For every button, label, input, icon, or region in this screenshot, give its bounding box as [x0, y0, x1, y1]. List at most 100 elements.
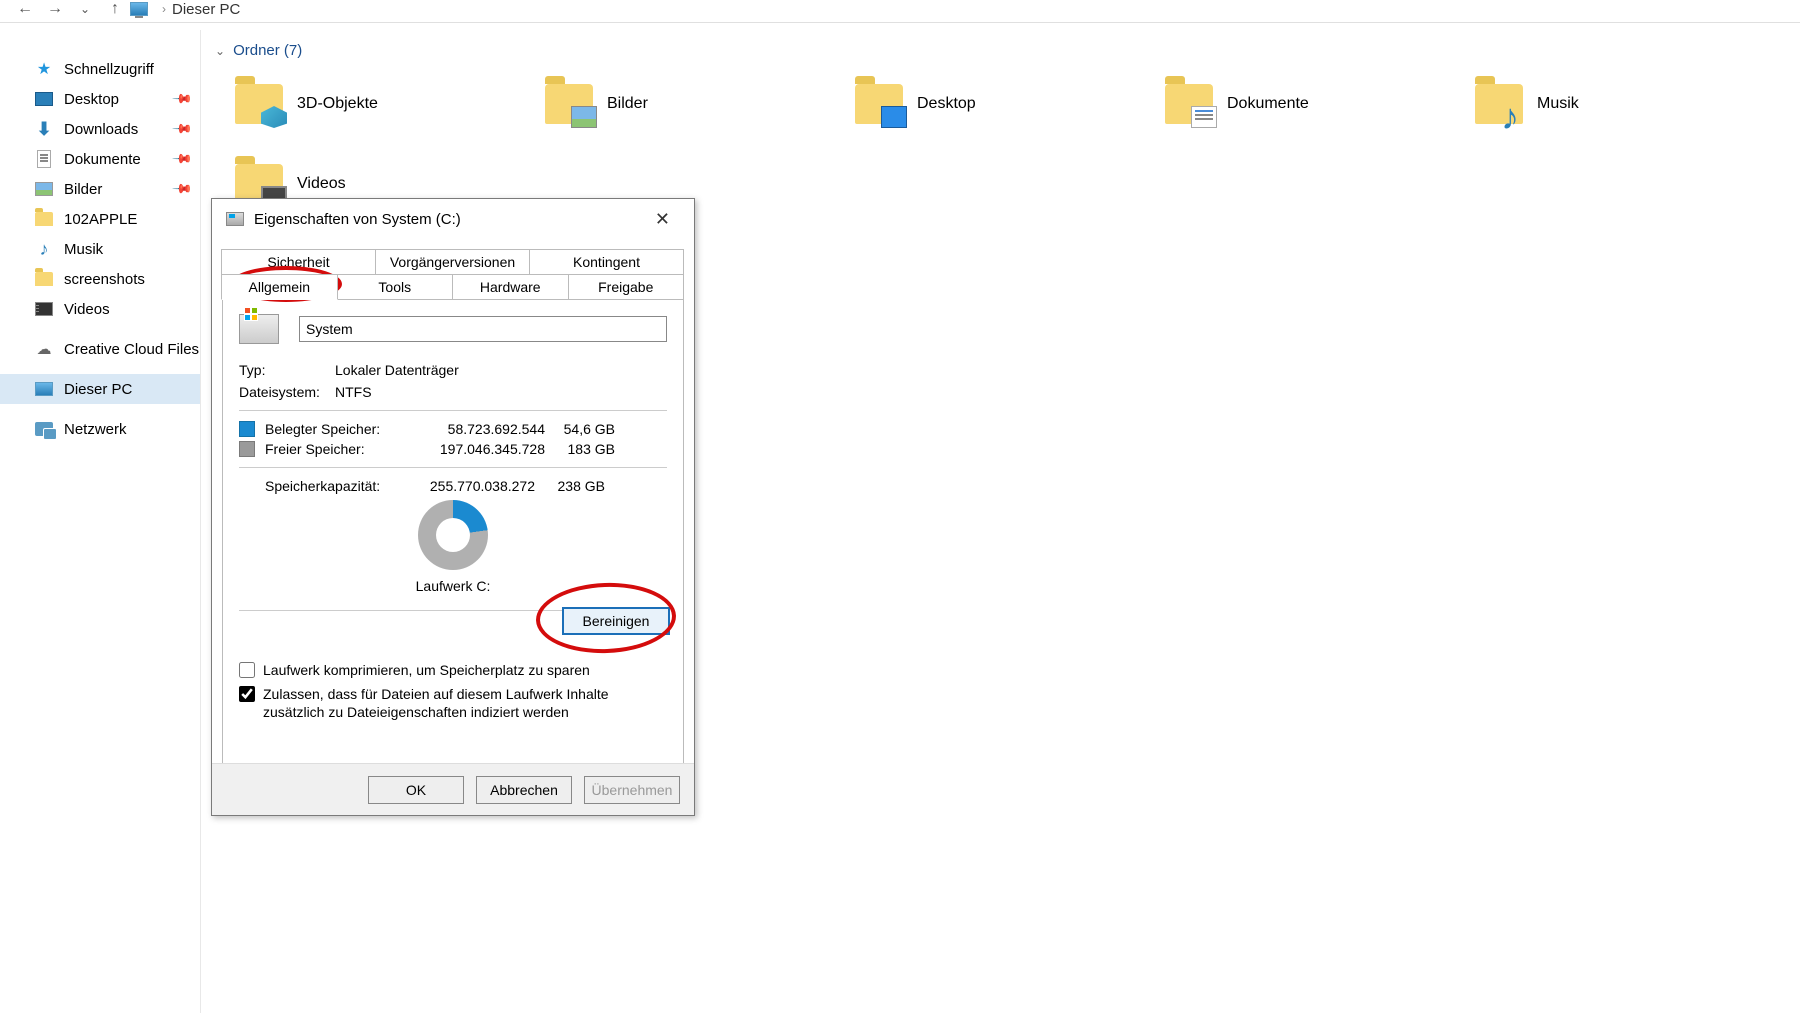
close-button[interactable]: ✕: [645, 205, 680, 234]
sidebar-item-this-pc[interactable]: Dieser PC: [0, 374, 200, 404]
folder-icon: [34, 210, 54, 228]
compress-checkbox-row: Laufwerk komprimieren, um Speicherplatz …: [239, 661, 667, 679]
folder-icon: [34, 270, 54, 288]
folder-pictures[interactable]: Bilder: [545, 69, 855, 139]
tab-tools[interactable]: Tools: [337, 274, 454, 300]
back-button[interactable]: ←: [10, 0, 40, 18]
folder-icon: [1475, 84, 1523, 124]
sidebar-item-pictures[interactable]: Bilder 📌: [0, 174, 200, 204]
index-checkbox[interactable]: [239, 686, 255, 702]
pin-icon: 📌: [171, 178, 194, 201]
divider: [239, 467, 667, 468]
apply-button[interactable]: Übernehmen: [584, 776, 680, 804]
free-label: Freier Speicher:: [265, 441, 425, 457]
sidebar-item-label: screenshots: [64, 271, 145, 288]
chevron-down-icon: ⌄: [215, 44, 225, 58]
type-value: Lokaler Datenträger: [335, 362, 459, 378]
sidebar-item-label: Musik: [64, 241, 103, 258]
sidebar-item-label: Desktop: [64, 91, 119, 108]
breadcrumb-this-pc[interactable]: Dieser PC: [172, 1, 240, 18]
sidebar-item-downloads[interactable]: ⬇ Downloads 📌: [0, 114, 200, 144]
sidebar-item-documents[interactable]: Dokumente 📌: [0, 144, 200, 174]
pc-icon: [34, 380, 54, 398]
free-space-row: Freier Speicher: 197.046.345.728 183 GB: [239, 441, 667, 457]
used-label: Belegter Speicher:: [265, 421, 425, 437]
filesystem-label: Dateisystem:: [239, 384, 335, 400]
tab-strip: Sicherheit Vorgängerversionen Kontingent…: [222, 249, 684, 300]
sidebar-item-label: Netzwerk: [64, 421, 127, 438]
quick-access-group[interactable]: ★ Schnellzugriff: [0, 54, 200, 84]
ok-button[interactable]: OK: [368, 776, 464, 804]
folder-grid: 3D-Objekte Bilder Desktop Dokumente Musi…: [235, 69, 1800, 219]
history-dropdown[interactable]: ⌄: [70, 0, 100, 18]
forward-button[interactable]: →: [40, 0, 70, 18]
breadcrumb-separator-icon: ›: [162, 2, 166, 16]
pin-icon: 📌: [171, 148, 194, 171]
dialog-footer: OK Abbrechen Übernehmen: [212, 763, 694, 815]
video-icon: [34, 300, 54, 318]
folder-desktop[interactable]: Desktop: [855, 69, 1165, 139]
cloud-icon: [34, 340, 54, 358]
used-swatch: [239, 421, 255, 437]
folder-3d-objects[interactable]: 3D-Objekte: [235, 69, 545, 139]
sidebar-item-label: Dieser PC: [64, 381, 132, 398]
tab-security[interactable]: Sicherheit: [221, 249, 376, 274]
compress-checkbox[interactable]: [239, 662, 255, 678]
tab-hardware[interactable]: Hardware: [452, 274, 569, 300]
up-button[interactable]: ↑: [100, 0, 130, 18]
divider: [239, 410, 667, 411]
pin-icon: 📌: [171, 88, 194, 111]
used-gb: 54,6 GB: [545, 421, 615, 437]
sidebar-item-102apple[interactable]: 102APPLE: [0, 204, 200, 234]
sidebar-item-screenshots[interactable]: screenshots: [0, 264, 200, 294]
folder-label: 3D-Objekte: [297, 95, 378, 113]
picture-icon: [34, 180, 54, 198]
sidebar-item-label: Dokumente: [64, 151, 141, 168]
tab-previous-versions[interactable]: Vorgängerversionen: [375, 249, 530, 274]
capacity-gb: 238 GB: [535, 478, 605, 494]
capacity-label: Speicherkapazität:: [265, 478, 415, 494]
drive-letter-label: Laufwerk C:: [239, 578, 667, 594]
drive-icon: [226, 212, 244, 226]
folder-label: Desktop: [917, 95, 976, 113]
dialog-titlebar[interactable]: Eigenschaften von System (C:) ✕: [212, 199, 694, 239]
properties-dialog: Eigenschaften von System (C:) ✕ Sicherhe…: [211, 198, 695, 816]
quick-access-label: Schnellzugriff: [64, 61, 154, 78]
folder-icon: [855, 84, 903, 124]
star-icon: ★: [34, 60, 54, 78]
compress-label[interactable]: Laufwerk komprimieren, um Speicherplatz …: [263, 661, 667, 679]
dialog-title: Eigenschaften von System (C:): [254, 211, 461, 228]
index-checkbox-row: Zulassen, dass für Dateien auf diesem La…: [239, 685, 667, 721]
type-label: Typ:: [239, 362, 335, 378]
index-label[interactable]: Zulassen, dass für Dateien auf diesem La…: [263, 685, 667, 721]
folder-label: Dokumente: [1227, 95, 1309, 113]
tab-quota[interactable]: Kontingent: [529, 249, 684, 274]
sidebar-item-label: 102APPLE: [64, 211, 137, 228]
sidebar-item-label: Videos: [64, 301, 110, 318]
sidebar-item-label: Bilder: [64, 181, 102, 198]
desktop-icon: [34, 90, 54, 108]
disk-cleanup-button[interactable]: Bereinigen: [562, 607, 670, 635]
sidebar-item-music[interactable]: ♪ Musik: [0, 234, 200, 264]
sidebar-item-videos[interactable]: Videos: [0, 294, 200, 324]
sidebar-item-creative-cloud[interactable]: Creative Cloud Files: [0, 334, 200, 364]
tab-general[interactable]: Allgemein: [221, 274, 338, 300]
sidebar-item-desktop[interactable]: Desktop 📌: [0, 84, 200, 114]
folder-music[interactable]: Musik: [1475, 69, 1785, 139]
folder-label: Bilder: [607, 95, 648, 113]
free-swatch: [239, 441, 255, 457]
folder-icon: [1165, 84, 1213, 124]
address-bar: ← → ⌄ ↑ › Dieser PC: [0, 0, 1800, 18]
folder-documents[interactable]: Dokumente: [1165, 69, 1475, 139]
folder-label: Videos: [297, 175, 346, 193]
section-header-label: Ordner (7): [233, 42, 302, 59]
folder-label: Musik: [1537, 95, 1579, 113]
network-icon: [34, 420, 54, 438]
cancel-button[interactable]: Abbrechen: [476, 776, 572, 804]
tab-body-general: Typ: Lokaler Datenträger Dateisystem: NT…: [222, 300, 684, 798]
drive-name-input[interactable]: [299, 316, 667, 342]
tab-sharing[interactable]: Freigabe: [568, 274, 685, 300]
section-header-folders[interactable]: ⌄ Ordner (7): [215, 42, 1800, 59]
document-icon: [34, 150, 54, 168]
sidebar-item-network[interactable]: Netzwerk: [0, 414, 200, 444]
